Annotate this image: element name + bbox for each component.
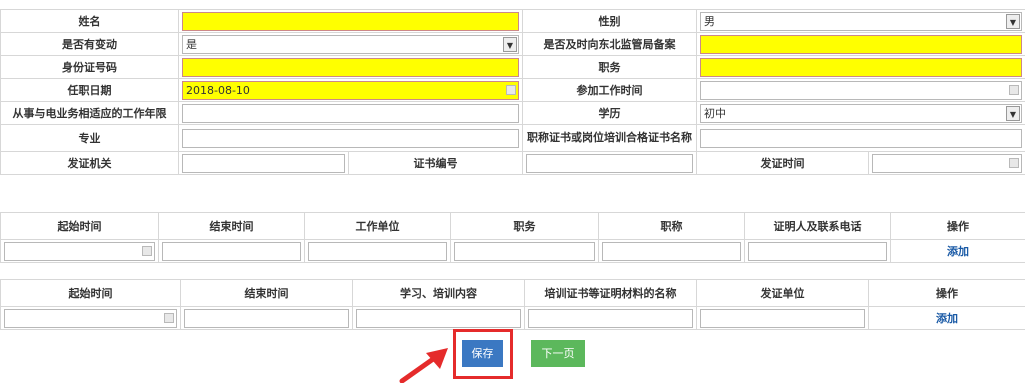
work-end-date-input[interactable] [162, 241, 301, 261]
cert-number-input[interactable] [526, 153, 693, 173]
work-header-action: 操作 [890, 212, 1025, 240]
appoint-date-value: 2018-08-10 [186, 83, 250, 97]
work-header-position: 职务 [450, 212, 599, 240]
gender-value: 男 [704, 14, 715, 28]
work-start-label: 参加工作时间 [522, 78, 697, 102]
work-header-reference: 证明人及联系电话 [744, 212, 891, 240]
work-title-input[interactable] [602, 241, 741, 261]
work-start-date-input[interactable] [4, 241, 155, 261]
education-label: 学历 [522, 101, 697, 125]
work-header-start: 起始时间 [0, 212, 159, 240]
training-add-link[interactable]: 添加 [868, 306, 1025, 330]
calendar-icon[interactable] [1009, 157, 1019, 168]
work-start-input[interactable] [700, 80, 1022, 100]
filed-input[interactable] [700, 34, 1022, 54]
training-cert-name-input[interactable] [528, 308, 693, 328]
chevron-down-icon[interactable]: ▼ [503, 36, 517, 52]
training-header-end: 结束时间 [180, 279, 353, 307]
gender-label: 性别 [522, 9, 697, 33]
training-header-start: 起始时间 [0, 279, 181, 307]
calendar-icon[interactable] [1009, 84, 1019, 95]
id-number-input[interactable] [182, 57, 519, 77]
issuer-input[interactable] [182, 153, 345, 173]
education-select[interactable]: 初中 ▼ [700, 103, 1022, 123]
work-add-link[interactable]: 添加 [890, 239, 1025, 263]
changed-label: 是否有变动 [0, 32, 179, 56]
save-button[interactable]: 保存 [462, 340, 503, 367]
calendar-icon[interactable] [142, 245, 152, 256]
cert-name-input[interactable] [700, 128, 1022, 148]
chevron-down-icon[interactable]: ▼ [1006, 13, 1020, 29]
chevron-down-icon[interactable]: ▼ [1006, 105, 1020, 121]
issuer-label: 发证机关 [0, 151, 179, 175]
calendar-icon[interactable] [164, 312, 174, 323]
position-input[interactable] [700, 57, 1022, 77]
work-header-unit: 工作单位 [304, 212, 451, 240]
issue-date-input[interactable] [872, 153, 1022, 173]
major-label: 专业 [0, 124, 179, 152]
work-header-title: 职称 [598, 212, 745, 240]
name-label: 姓名 [0, 9, 179, 33]
changed-value: 是 [186, 37, 197, 51]
id-number-label: 身份证号码 [0, 55, 179, 79]
years-label: 从事与电业务相适应的工作年限 [0, 101, 179, 125]
appoint-date-label: 任职日期 [0, 78, 179, 102]
training-issuer-input[interactable] [700, 308, 865, 328]
education-value: 初中 [704, 106, 726, 120]
work-history-table: 起始时间 结束时间 工作单位 职务 职称 证明人及联系电话 操作 添加 [0, 212, 1025, 263]
person-info-table: 姓名 性别 男 ▼ 是否有变动 是 ▼ 是否及时向东北监管局备案 身份证号码 职务 … [0, 9, 1025, 175]
cert-name-label: 职称证书或岗位培训合格证书名称 [522, 124, 697, 152]
changed-select[interactable]: 是 ▼ [182, 34, 519, 54]
name-input[interactable] [182, 11, 519, 31]
calendar-icon[interactable] [506, 84, 516, 95]
issue-date-label: 发证时间 [696, 151, 869, 175]
arrow-annotation-icon [399, 348, 448, 383]
work-unit-input[interactable] [308, 241, 447, 261]
training-header-action: 操作 [868, 279, 1025, 307]
training-start-date-input[interactable] [4, 308, 177, 328]
gender-select[interactable]: 男 ▼ [700, 11, 1022, 31]
training-end-date-input[interactable] [184, 308, 349, 328]
table-row: 添加 [0, 239, 1025, 263]
years-input[interactable] [182, 103, 519, 123]
filed-label: 是否及时向东北监管局备案 [522, 32, 697, 56]
work-reference-input[interactable] [748, 241, 887, 261]
training-content-input[interactable] [356, 308, 521, 328]
cert-number-label: 证书编号 [348, 151, 523, 175]
table-row: 添加 [0, 306, 1025, 330]
work-position-input[interactable] [454, 241, 595, 261]
position-label: 职务 [522, 55, 697, 79]
training-header-cert-name: 培训证书等证明材料的名称 [524, 279, 697, 307]
training-history-table: 起始时间 结束时间 学习、培训内容 培训证书等证明材料的名称 发证单位 操作 添… [0, 279, 1025, 330]
major-input[interactable] [182, 128, 519, 148]
training-header-content: 学习、培训内容 [352, 279, 525, 307]
training-header-issuer: 发证单位 [696, 279, 869, 307]
work-header-end: 结束时间 [158, 212, 305, 240]
appoint-date-input[interactable]: 2018-08-10 [182, 80, 519, 100]
next-page-button[interactable]: 下一页 [531, 340, 585, 367]
